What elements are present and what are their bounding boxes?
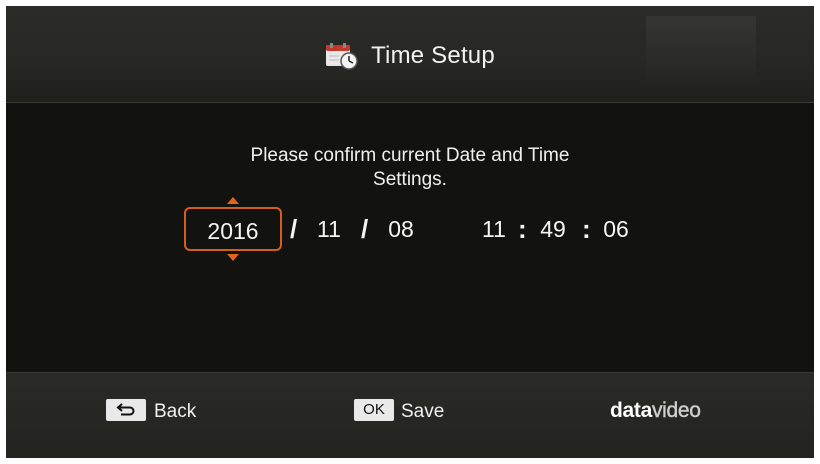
footer-bar: Back OK Save datavideo (6, 372, 814, 458)
screen: Time Setup Please confirm current Date a… (6, 6, 814, 458)
calendar-clock-icon (325, 42, 359, 70)
datavideo-logo: datavideo (610, 398, 701, 424)
back-label[interactable]: Back (154, 401, 196, 423)
header-bar: Time Setup (6, 6, 814, 103)
save-label[interactable]: Save (401, 401, 444, 423)
year-field[interactable]: 2016 (184, 207, 282, 251)
hour-field[interactable]: 11 (474, 207, 514, 251)
main-panel: Please confirm current Date and Time Set… (6, 103, 814, 371)
prompt-line-1: Please confirm current Date and Time (250, 145, 570, 166)
prompt-line-2: Settings. (373, 169, 447, 190)
datetime-editor: 2016 / 11 / 08 11 : 49 : 06 (6, 197, 814, 261)
month-field[interactable]: 11 (309, 207, 349, 251)
second-field[interactable]: 06 (596, 207, 636, 251)
date-separator-1: / (290, 214, 298, 244)
logo-light: video (651, 399, 701, 422)
back-arrow-icon (115, 401, 137, 418)
confirm-prompt: Please confirm current Date and Time Set… (6, 144, 814, 192)
minute-field[interactable]: 49 (533, 207, 573, 251)
date-separator-2: / (361, 214, 369, 244)
decrement-arrow-icon[interactable] (227, 254, 239, 261)
back-button[interactable] (106, 399, 146, 421)
increment-arrow-icon[interactable] (227, 197, 239, 204)
time-separator-2: : (582, 214, 591, 244)
day-field[interactable]: 08 (380, 207, 422, 251)
logo-bold: data (610, 399, 652, 422)
title-area: Time Setup (6, 6, 814, 102)
ok-button[interactable]: OK (354, 399, 394, 421)
time-separator-1: : (518, 214, 527, 244)
page-title: Time Setup (371, 42, 495, 69)
